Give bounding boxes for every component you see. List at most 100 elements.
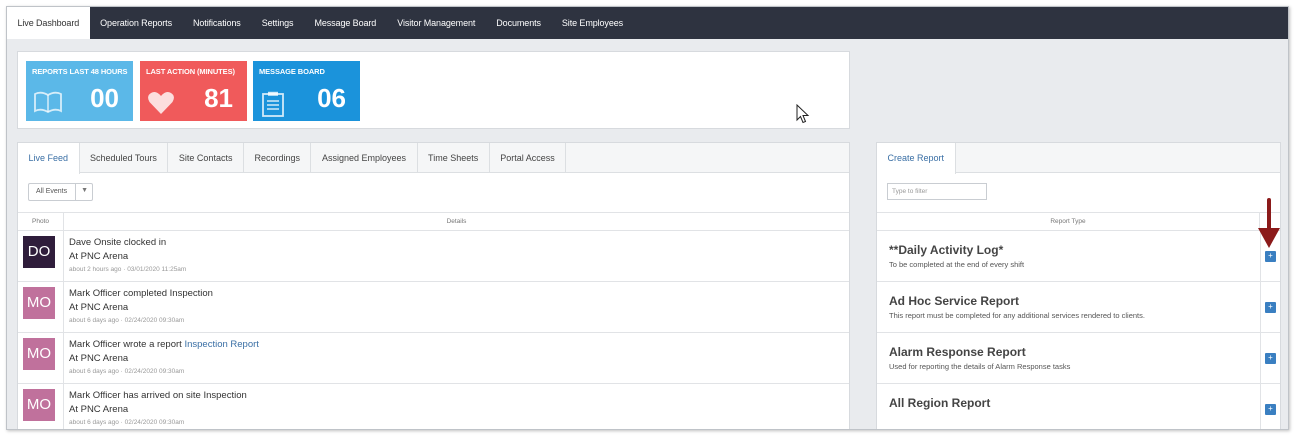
live-feed-panel: Live Feed Scheduled Tours Site Contacts … bbox=[17, 142, 850, 429]
report-title: Alarm Response Report bbox=[889, 345, 1026, 359]
report-filter-field[interactable] bbox=[887, 183, 987, 200]
top-navigation: Live Dashboard Operation Reports Notific… bbox=[7, 7, 1288, 39]
stat-value: 06 bbox=[317, 83, 346, 113]
feed-message-text: Mark Officer completed Inspection bbox=[69, 288, 213, 299]
nav-item-operation-reports[interactable]: Operation Reports bbox=[90, 7, 183, 39]
feed-relative-time: about 2 hours ago bbox=[69, 266, 122, 273]
plus-icon: + bbox=[1268, 353, 1273, 362]
feed-message-text: Dave Onsite clocked in bbox=[69, 237, 167, 248]
create-report-panel: Create Report Report Type **Daily Activi… bbox=[876, 142, 1282, 429]
mouse-cursor-icon bbox=[796, 103, 810, 126]
report-tabs: Create Report bbox=[877, 143, 1280, 174]
stat-label: REPORTS LAST 48 HOURS bbox=[32, 67, 128, 76]
annotation-arrow-icon bbox=[1257, 198, 1281, 252]
dropdown-divider bbox=[75, 184, 76, 200]
stats-panel: REPORTS LAST 48 HOURS 00 LAST ACTION (MI… bbox=[17, 51, 850, 129]
app-window: Live Dashboard Operation Reports Notific… bbox=[6, 6, 1289, 430]
feed-tabs: Live Feed Scheduled Tours Site Contacts … bbox=[18, 143, 849, 174]
photo-cell: DO bbox=[18, 231, 64, 282]
feed-table-header: Photo Details bbox=[18, 212, 849, 231]
stat-tile-reports[interactable]: REPORTS LAST 48 HOURS 00 bbox=[26, 61, 133, 121]
event-filter-value: All Events bbox=[36, 188, 68, 195]
stat-value: 81 bbox=[204, 83, 233, 113]
feed-relative-time: about 6 days ago bbox=[69, 368, 119, 375]
photo-cell: MO bbox=[18, 384, 64, 429]
photo-cell: MO bbox=[18, 282, 64, 333]
feed-time: about 6 days ago · 02/24/2020 09:30am bbox=[69, 317, 185, 324]
avatar: MO bbox=[23, 287, 55, 319]
feed-message: Mark Officer has arrived on site Inspect… bbox=[69, 390, 247, 401]
tab-create-report[interactable]: Create Report bbox=[877, 143, 956, 174]
tab-scheduled-tours[interactable]: Scheduled Tours bbox=[80, 143, 169, 173]
plus-icon: + bbox=[1268, 302, 1273, 311]
nav-item-notifications[interactable]: Notifications bbox=[182, 7, 251, 39]
feed-message-text: Mark Officer wrote a report bbox=[69, 339, 185, 350]
tab-recordings[interactable]: Recordings bbox=[244, 143, 312, 173]
tab-time-sheets[interactable]: Time Sheets bbox=[418, 143, 490, 173]
feed-timestamp: 02/24/2020 09:30am bbox=[124, 419, 185, 426]
stat-value: 00 bbox=[90, 83, 119, 113]
report-row: Ad Hoc Service Report This report must b… bbox=[877, 282, 1280, 333]
feed-time: about 6 days ago · 02/24/2020 09:30am bbox=[69, 368, 185, 375]
stat-tile-message-board[interactable]: MESSAGE BOARD 06 bbox=[253, 61, 360, 121]
stat-label: MESSAGE BOARD bbox=[259, 67, 325, 76]
nav-item-documents[interactable]: Documents bbox=[486, 7, 552, 39]
tab-assigned-employees[interactable]: Assigned Employees bbox=[311, 143, 418, 173]
feed-row: MO Mark Officer completed Inspection At … bbox=[18, 282, 849, 333]
feed-timestamp: 02/24/2020 09:30am bbox=[124, 317, 185, 324]
feed-relative-time: about 6 days ago bbox=[69, 419, 119, 426]
feed-location: At PNC Arena bbox=[69, 302, 129, 313]
add-report-button[interactable]: + bbox=[1265, 302, 1276, 313]
plus-icon: + bbox=[1268, 404, 1273, 413]
feed-relative-time: about 6 days ago bbox=[69, 317, 119, 324]
feed-message: Mark Officer wrote a report Inspection R… bbox=[69, 339, 259, 350]
feed-location: At PNC Arena bbox=[69, 353, 129, 364]
feed-timestamp: 03/01/2020 11:25am bbox=[127, 266, 187, 273]
stat-label: LAST ACTION (MINUTES) bbox=[146, 67, 235, 76]
nav-item-message-board[interactable]: Message Board bbox=[304, 7, 387, 39]
report-title: All Region Report bbox=[889, 396, 991, 410]
add-report-button[interactable]: + bbox=[1265, 404, 1276, 415]
heart-icon bbox=[147, 91, 175, 117]
report-title: **Daily Activity Log* bbox=[889, 243, 1004, 257]
nav-item-site-employees[interactable]: Site Employees bbox=[551, 7, 633, 39]
report-description: This report must be completed for any ad… bbox=[889, 311, 1145, 320]
plus-icon: + bbox=[1268, 251, 1273, 260]
column-header-photo: Photo bbox=[18, 213, 64, 231]
avatar: DO bbox=[23, 236, 55, 268]
event-filter-dropdown[interactable]: All Events ▼ bbox=[28, 183, 93, 201]
inspection-report-link[interactable]: Inspection Report bbox=[184, 339, 258, 350]
add-report-button[interactable]: + bbox=[1265, 353, 1276, 364]
book-icon bbox=[33, 91, 63, 115]
avatar: MO bbox=[23, 389, 55, 421]
feed-location: At PNC Arena bbox=[69, 404, 129, 415]
feed-message: Mark Officer completed Inspection bbox=[69, 288, 213, 299]
stat-tile-last-action[interactable]: LAST ACTION (MINUTES) 81 bbox=[140, 61, 247, 121]
tab-live-feed[interactable]: Live Feed bbox=[18, 143, 80, 174]
report-table-header: Report Type bbox=[877, 212, 1280, 231]
column-header-details: Details bbox=[446, 218, 467, 225]
feed-timestamp: 02/24/2020 09:30am bbox=[124, 368, 185, 375]
report-row: Alarm Response Report Used for reporting… bbox=[877, 333, 1280, 384]
report-filter-input[interactable] bbox=[888, 184, 986, 199]
feed-row: MO Mark Officer wrote a report Inspectio… bbox=[18, 333, 849, 384]
column-header-report-type: Report Type bbox=[877, 213, 1260, 231]
feed-row: DO Dave Onsite clocked in At PNC Arena a… bbox=[18, 231, 849, 282]
nav-item-live-dashboard[interactable]: Live Dashboard bbox=[7, 7, 90, 39]
avatar: MO bbox=[23, 338, 55, 370]
report-row: **Daily Activity Log* To be completed at… bbox=[877, 231, 1280, 282]
tab-site-contacts[interactable]: Site Contacts bbox=[168, 143, 244, 173]
add-report-button[interactable]: + bbox=[1265, 251, 1276, 262]
feed-location: At PNC Arena bbox=[69, 251, 129, 262]
report-title: Ad Hoc Service Report bbox=[889, 294, 1020, 308]
report-description: To be completed at the end of every shif… bbox=[889, 260, 1025, 269]
add-cell: + bbox=[1260, 384, 1282, 429]
report-description: Used for reporting the details of Alarm … bbox=[889, 362, 1071, 371]
nav-item-visitor-management[interactable]: Visitor Management bbox=[387, 7, 486, 39]
add-cell: + bbox=[1260, 333, 1282, 384]
tab-portal-access[interactable]: Portal Access bbox=[490, 143, 567, 173]
chevron-down-icon: ▼ bbox=[81, 187, 88, 194]
feed-time: about 2 hours ago · 03/01/2020 11:25am bbox=[69, 266, 187, 273]
feed-row: MO Mark Officer has arrived on site Insp… bbox=[18, 384, 849, 429]
nav-item-settings[interactable]: Settings bbox=[251, 7, 304, 39]
